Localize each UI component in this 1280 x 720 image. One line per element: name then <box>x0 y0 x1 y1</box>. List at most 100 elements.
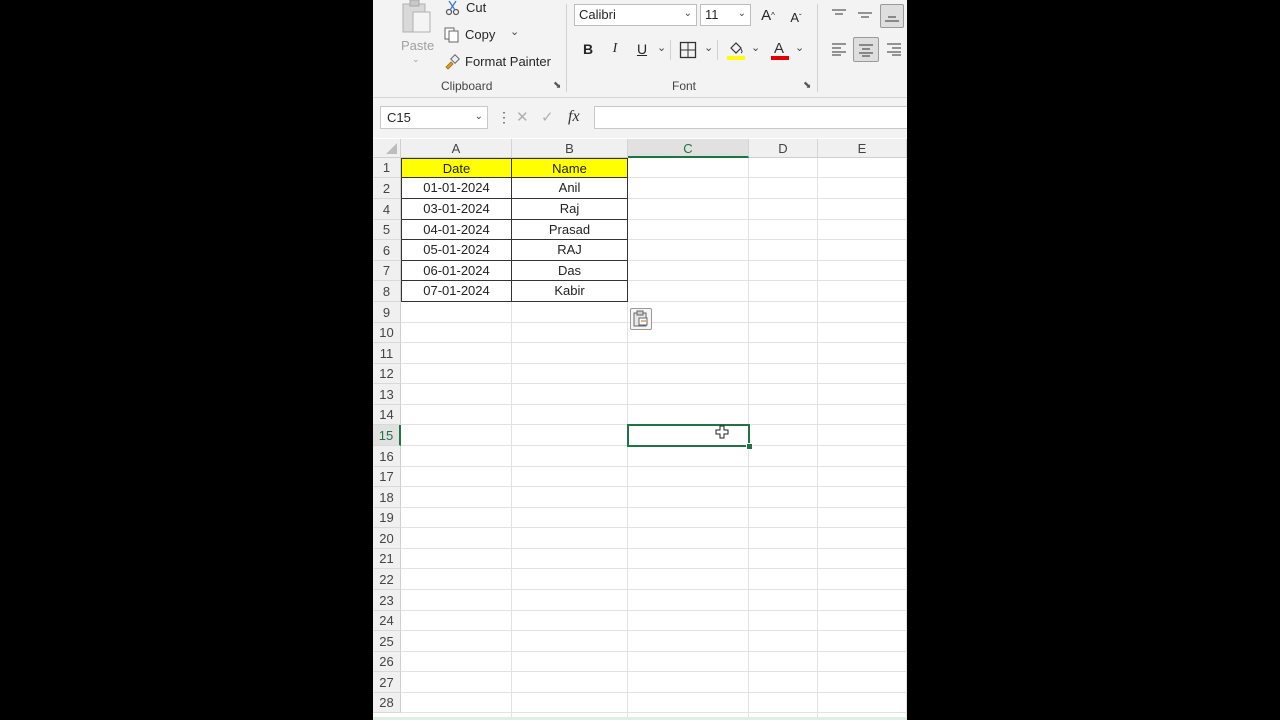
decrease-font-size-button[interactable]: Aˇ <box>785 6 807 28</box>
font-group-label: Font <box>672 79 697 93</box>
paste-options-button[interactable] <box>630 308 652 330</box>
row-header-11[interactable]: 11 <box>373 343 401 364</box>
insert-function-icon[interactable]: fx <box>568 108 580 126</box>
clipboard-launcher-icon[interactable]: ⬊ <box>553 80 561 91</box>
italic-button[interactable]: I <box>604 38 626 60</box>
gridline <box>401 630 907 631</box>
align-center-button[interactable] <box>853 37 879 62</box>
row-header-22[interactable]: 22 <box>373 569 401 590</box>
row-header-13[interactable]: 13 <box>373 384 401 405</box>
group-divider <box>566 4 567 92</box>
table-cell[interactable]: 01-01-2024 <box>401 178 512 199</box>
row-header-21[interactable]: 21 <box>373 549 401 569</box>
column-header-c[interactable]: C <box>628 139 749 158</box>
copy-label: Copy <box>465 27 496 42</box>
borders-button[interactable] <box>677 39 699 61</box>
gridline <box>401 486 907 487</box>
row-header-18[interactable]: 18 <box>373 487 401 508</box>
chevron-down-icon: ⌄ <box>737 8 746 19</box>
formula-input[interactable] <box>594 106 907 129</box>
table-cell[interactable]: Anil <box>512 178 628 199</box>
fill-color-chevron-icon[interactable]: ⌄ <box>751 41 760 54</box>
borders-icon <box>679 41 697 59</box>
row-header-4[interactable]: 4 <box>373 199 401 220</box>
row-header-27[interactable]: 27 <box>373 672 401 693</box>
select-all-corner[interactable] <box>373 139 401 158</box>
table-cell[interactable]: 07-01-2024 <box>401 281 512 302</box>
font-launcher-icon[interactable]: ⬊ <box>803 80 811 91</box>
table-header-cell[interactable]: Name <box>512 158 628 178</box>
row-header-6[interactable]: 6 <box>373 240 401 261</box>
middle-align-icon <box>858 12 872 18</box>
cancel-icon[interactable]: ✕ <box>516 108 529 126</box>
table-cell[interactable]: 03-01-2024 <box>401 199 512 220</box>
enter-icon[interactable]: ✓ <box>541 108 554 126</box>
bottom-align-icon <box>885 16 899 22</box>
align-left-button[interactable] <box>828 38 850 60</box>
underline-chevron-icon[interactable]: ⌄ <box>657 41 666 54</box>
row-header-14[interactable]: 14 <box>373 405 401 425</box>
copy-chevron-icon[interactable]: ⌄ <box>510 25 519 38</box>
row-header-8[interactable]: 8 <box>373 281 401 302</box>
copy-button[interactable]: Copy ⌄ <box>443 26 523 44</box>
row-header-19[interactable]: 19 <box>373 508 401 528</box>
underline-button[interactable]: U <box>631 38 653 60</box>
name-box-value: C15 <box>387 110 411 125</box>
paste-button[interactable]: Paste ⌄ <box>395 0 437 66</box>
row-header-28[interactable]: 28 <box>373 693 401 713</box>
row-header-12[interactable]: 12 <box>373 364 401 384</box>
chevron-down-icon: ⌄ <box>683 8 692 19</box>
table-cell[interactable]: Prasad <box>512 220 628 240</box>
column-header-b[interactable]: B <box>512 139 628 158</box>
row-header-17[interactable]: 17 <box>373 467 401 487</box>
row-header-2[interactable]: 2 <box>373 178 401 199</box>
row-header-25[interactable]: 25 <box>373 631 401 652</box>
table-cell[interactable]: RAJ <box>512 240 628 261</box>
table-cell[interactable]: Raj <box>512 199 628 220</box>
more-options-icon[interactable]: ⋮ <box>497 109 511 126</box>
column-header-a[interactable]: A <box>401 139 512 158</box>
row-header-1[interactable]: 1 <box>373 158 401 178</box>
column-header-d[interactable]: D <box>749 139 818 158</box>
row-header-24[interactable]: 24 <box>373 611 401 631</box>
row-header-7[interactable]: 7 <box>373 261 401 281</box>
bold-button[interactable]: B <box>577 38 599 60</box>
table-cell[interactable]: 04-01-2024 <box>401 220 512 240</box>
cut-button[interactable]: Cut <box>445 0 505 18</box>
row-header-16[interactable]: 16 <box>373 446 401 467</box>
font-size-dropdown[interactable]: 11 ⌄ <box>700 4 751 26</box>
middle-align-button[interactable] <box>854 4 876 26</box>
table-cell[interactable]: 05-01-2024 <box>401 240 512 261</box>
row-header-10[interactable]: 10 <box>373 323 401 343</box>
name-box[interactable]: C15 ⌄ <box>380 106 488 129</box>
fill-handle[interactable] <box>746 443 753 450</box>
fill-color-button[interactable] <box>725 38 747 62</box>
increase-font-size-button[interactable]: A ^ <box>757 4 779 26</box>
font-color-chevron-icon[interactable]: ⌄ <box>795 41 804 54</box>
chevron-down-icon: ⌄ <box>474 111 483 122</box>
row-header-5[interactable]: 5 <box>373 220 401 240</box>
table-cell[interactable]: Kabir <box>512 281 628 302</box>
table-header-cell[interactable]: Date <box>401 158 512 178</box>
font-color-icon: A <box>771 40 789 60</box>
gridline <box>401 404 907 405</box>
align-right-button[interactable] <box>883 38 905 60</box>
row-header-26[interactable]: 26 <box>373 652 401 672</box>
table-cell[interactable]: 06-01-2024 <box>401 261 512 281</box>
bottom-align-button[interactable] <box>880 4 904 28</box>
borders-chevron-icon[interactable]: ⌄ <box>704 41 713 54</box>
row-header-20[interactable]: 20 <box>373 528 401 549</box>
table-cell[interactable]: Das <box>512 261 628 281</box>
cursor-icon <box>715 425 729 439</box>
column-header-e[interactable]: E <box>818 139 907 158</box>
active-cell-c15[interactable] <box>627 424 750 447</box>
row-header-15[interactable]: 15 <box>373 425 401 446</box>
top-align-button[interactable] <box>828 4 850 26</box>
top-align-icon <box>832 9 846 15</box>
format-painter-button[interactable]: Format Painter <box>443 53 553 71</box>
row-header-23[interactable]: 23 <box>373 590 401 611</box>
row-header-9[interactable]: 9 <box>373 302 401 323</box>
worksheet-grid[interactable]: ABCDE 1 2 4 5 6 7 8 9 10 11 12 13 14 15 16 17 18 19 20 21 22… <box>373 139 907 720</box>
font-name-dropdown[interactable]: Calibri ⌄ <box>574 4 697 26</box>
font-color-button[interactable]: A <box>769 38 791 62</box>
